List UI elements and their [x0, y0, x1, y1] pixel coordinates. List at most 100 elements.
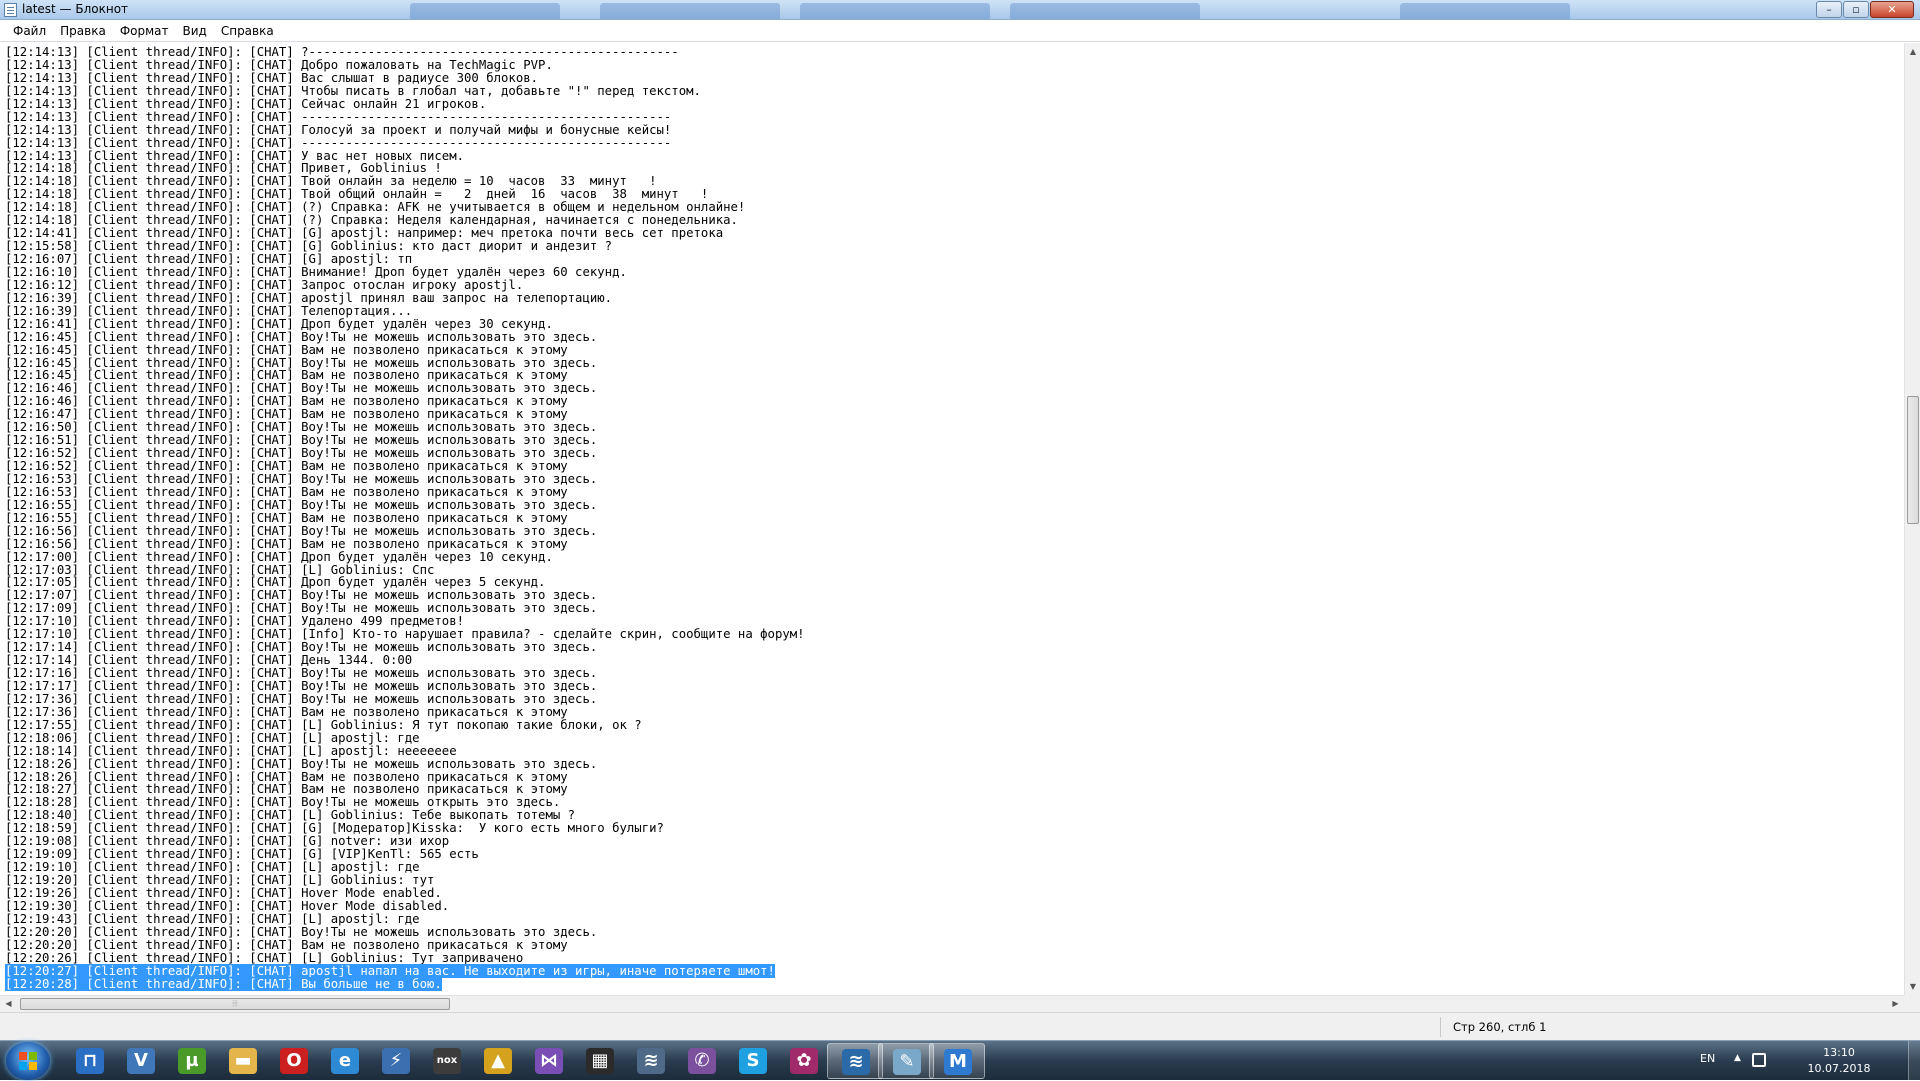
- taskbar-app-button[interactable]: ✆: [674, 1043, 730, 1079]
- menu-view[interactable]: Вид: [176, 21, 214, 41]
- scroll-right-arrow-icon[interactable]: ▶: [1887, 996, 1904, 1013]
- text-editor[interactable]: [12:14:13] [Client thread/INFO]: [CHAT] …: [0, 43, 1904, 995]
- text-line-content: [12:17:10] [Client thread/INFO]: [CHAT] …: [5, 627, 805, 642]
- text-line-content: [12:16:56] [Client thread/INFO]: [CHAT] …: [5, 523, 598, 538]
- window-title: latest — Блокнот: [22, 2, 129, 16]
- windows-explorer-icon: ⊓: [76, 1048, 104, 1074]
- scroll-up-arrow-icon[interactable]: ▲: [1905, 43, 1920, 60]
- text-line-content: [12:19:10] [Client thread/INFO]: [CHAT] …: [5, 860, 420, 875]
- minimize-button[interactable]: –: [1816, 1, 1842, 18]
- background-tab: [800, 3, 990, 19]
- text-line-content: [12:20:27] [Client thread/INFO]: [CHAT] …: [5, 963, 775, 978]
- maxthon-icon: M: [944, 1049, 972, 1075]
- menu-edit[interactable]: Правка: [53, 21, 113, 41]
- text-line-content: [12:19:09] [Client thread/INFO]: [CHAT] …: [5, 847, 479, 862]
- taskbar-app-button[interactable]: e: [317, 1043, 373, 1079]
- text-line-content: [12:16:52] [Client thread/INFO]: [CHAT] …: [5, 459, 568, 473]
- text-line-content: [12:16:52] [Client thread/INFO]: [CHAT] …: [5, 446, 598, 461]
- title-bar: latest — Блокнот – ▫ ✕: [0, 0, 1920, 20]
- opera-icon: O: [280, 1048, 308, 1074]
- flower-app-icon: ✿: [790, 1048, 818, 1074]
- taskbar-app-button[interactable]: O: [266, 1043, 322, 1079]
- maximize-button[interactable]: ▫: [1843, 1, 1869, 18]
- background-tabs: [400, 0, 1600, 20]
- vertical-scrollbar[interactable]: ▲ ▼: [1904, 43, 1920, 995]
- text-line-content: [12:18:40] [Client thread/INFO]: [CHAT] …: [5, 808, 576, 823]
- scroll-down-arrow-icon[interactable]: ▼: [1905, 978, 1920, 995]
- text-line-content: [12:14:18] [Client thread/INFO]: [CHAT] …: [5, 174, 657, 189]
- text-line-content: [12:16:10] [Client thread/INFO]: [CHAT] …: [5, 264, 627, 279]
- taskbar-app-button[interactable]: V: [113, 1043, 169, 1079]
- text-line-content: [12:16:51] [Client thread/INFO]: [CHAT] …: [5, 433, 598, 448]
- clock-time[interactable]: 13:10: [1804, 1046, 1874, 1059]
- close-button[interactable]: ✕: [1870, 1, 1914, 18]
- taskbar-app-button[interactable]: ▦: [572, 1043, 628, 1079]
- background-tab: [1010, 3, 1200, 19]
- text-line-content: [12:16:45] [Client thread/INFO]: [CHAT] …: [5, 342, 568, 357]
- lightning-app-icon: ⚡: [382, 1048, 410, 1074]
- text-line-content: [12:17:03] [Client thread/INFO]: [CHAT] …: [5, 562, 435, 577]
- notepad-app-icon: [4, 3, 17, 17]
- scroll-left-arrow-icon[interactable]: ◀: [0, 996, 17, 1013]
- taskbar-app-button[interactable]: M: [929, 1043, 985, 1079]
- taskbar-app-button[interactable]: S: [725, 1043, 781, 1079]
- menu-help[interactable]: Справка: [214, 21, 281, 41]
- status-separator: [1440, 1017, 1441, 1037]
- taskbar-app-button[interactable]: ⚡: [368, 1043, 424, 1079]
- text-line-content: [12:17:36] [Client thread/INFO]: [CHAT] …: [5, 691, 598, 706]
- text-line-content: [12:17:07] [Client thread/INFO]: [CHAT] …: [5, 588, 598, 603]
- text-line-content: [12:14:13] [Client thread/INFO]: [CHAT] …: [5, 45, 679, 59]
- text-line-content: [12:16:07] [Client thread/INFO]: [CHAT] …: [5, 252, 413, 266]
- text-line-content: [12:19:20] [Client thread/INFO]: [CHAT] …: [5, 873, 435, 887]
- text-line-content: [12:18:26] [Client thread/INFO]: [CHAT] …: [5, 769, 568, 784]
- taskbar-app-button[interactable]: ≋: [623, 1043, 679, 1079]
- text-line-content: [12:14:13] [Client thread/INFO]: [CHAT] …: [5, 96, 487, 111]
- text-line-content: [12:17:14] [Client thread/INFO]: [CHAT] …: [5, 640, 598, 655]
- visual-studio-icon: ⋈: [535, 1048, 563, 1074]
- text-line-content: [12:14:13] [Client thread/INFO]: [CHAT] …: [5, 135, 672, 150]
- text-line-content: [12:17:55] [Client thread/INFO]: [CHAT] …: [5, 717, 642, 732]
- horizontal-scrollbar[interactable]: ◀ ⦙⦙⦙ ▶: [0, 995, 1904, 1012]
- text-line-content: [12:18:27] [Client thread/INFO]: [CHAT] …: [5, 782, 568, 797]
- language-indicator[interactable]: EN: [1700, 1052, 1715, 1065]
- start-button[interactable]: [6, 1042, 50, 1080]
- text-line-content: [12:14:18] [Client thread/INFO]: [CHAT] …: [5, 161, 442, 176]
- text-line-content: [12:20:26] [Client thread/INFO]: [CHAT] …: [5, 950, 524, 965]
- text-line: [12:20:26] [Client thread/INFO]: [CHAT] …: [5, 950, 1904, 965]
- text-line-content: [12:14:13] [Client thread/INFO]: [CHAT] …: [5, 109, 672, 124]
- taskbar-app-button[interactable]: ▬: [215, 1043, 271, 1079]
- vk-icon: V: [127, 1048, 155, 1074]
- text-line-content: [12:17:17] [Client thread/INFO]: [CHAT] …: [5, 678, 598, 693]
- text-line-content: [12:14:18] [Client thread/INFO]: [CHAT] …: [5, 200, 746, 215]
- taskbar-app-button[interactable]: ✎: [878, 1043, 934, 1079]
- text-line: [12:20:28] [Client thread/INFO]: [CHAT] …: [5, 976, 1904, 991]
- text-line-content: [12:17:09] [Client thread/INFO]: [CHAT] …: [5, 601, 598, 616]
- show-desktop-button[interactable]: [1908, 1041, 1920, 1081]
- show-hidden-icons-icon[interactable]: ▲: [1734, 1053, 1741, 1063]
- vertical-scroll-thumb[interactable]: [1907, 396, 1919, 524]
- text-line-content: [12:18:14] [Client thread/INFO]: [CHAT] …: [5, 743, 457, 758]
- background-tab: [600, 3, 780, 19]
- text-line-content: [12:14:41] [Client thread/INFO]: [CHAT] …: [5, 226, 724, 241]
- taskbar-app-button[interactable]: ≋: [827, 1043, 883, 1079]
- text-line-content: [12:16:46] [Client thread/INFO]: [CHAT] …: [5, 381, 598, 396]
- horizontal-scroll-thumb[interactable]: ⦙⦙⦙: [20, 998, 450, 1010]
- taskbar-app-button[interactable]: ⊓: [62, 1043, 118, 1079]
- taskbar-app-button[interactable]: ⋈: [521, 1043, 577, 1079]
- text-line-content: [12:14:13] [Client thread/INFO]: [CHAT] …: [5, 57, 553, 72]
- taskbar-app-button[interactable]: ✿: [776, 1043, 832, 1079]
- taskbar-app-button[interactable]: nox: [419, 1043, 475, 1079]
- text-line-content: [12:14:13] [Client thread/INFO]: [CHAT] …: [5, 70, 539, 85]
- taskbar-app-button[interactable]: ▲: [470, 1043, 526, 1079]
- clock-date[interactable]: 10.07.2018: [1804, 1062, 1874, 1075]
- text-line-content: [12:16:12] [Client thread/INFO]: [CHAT] …: [5, 277, 524, 292]
- text-line-content: [12:20:20] [Client thread/INFO]: [CHAT] …: [5, 937, 568, 952]
- menu-format[interactable]: Формат: [113, 21, 176, 41]
- menu-file[interactable]: Файл: [6, 21, 53, 41]
- text-line-content: [12:20:20] [Client thread/INFO]: [CHAT] …: [5, 924, 598, 939]
- taskbar-app-button[interactable]: µ: [164, 1043, 220, 1079]
- nox-icon: nox: [433, 1048, 461, 1074]
- wifi-app-icon: ≋: [637, 1048, 665, 1074]
- text-line-content: [12:16:56] [Client thread/INFO]: [CHAT] …: [5, 536, 568, 551]
- network-icon[interactable]: [1752, 1053, 1766, 1067]
